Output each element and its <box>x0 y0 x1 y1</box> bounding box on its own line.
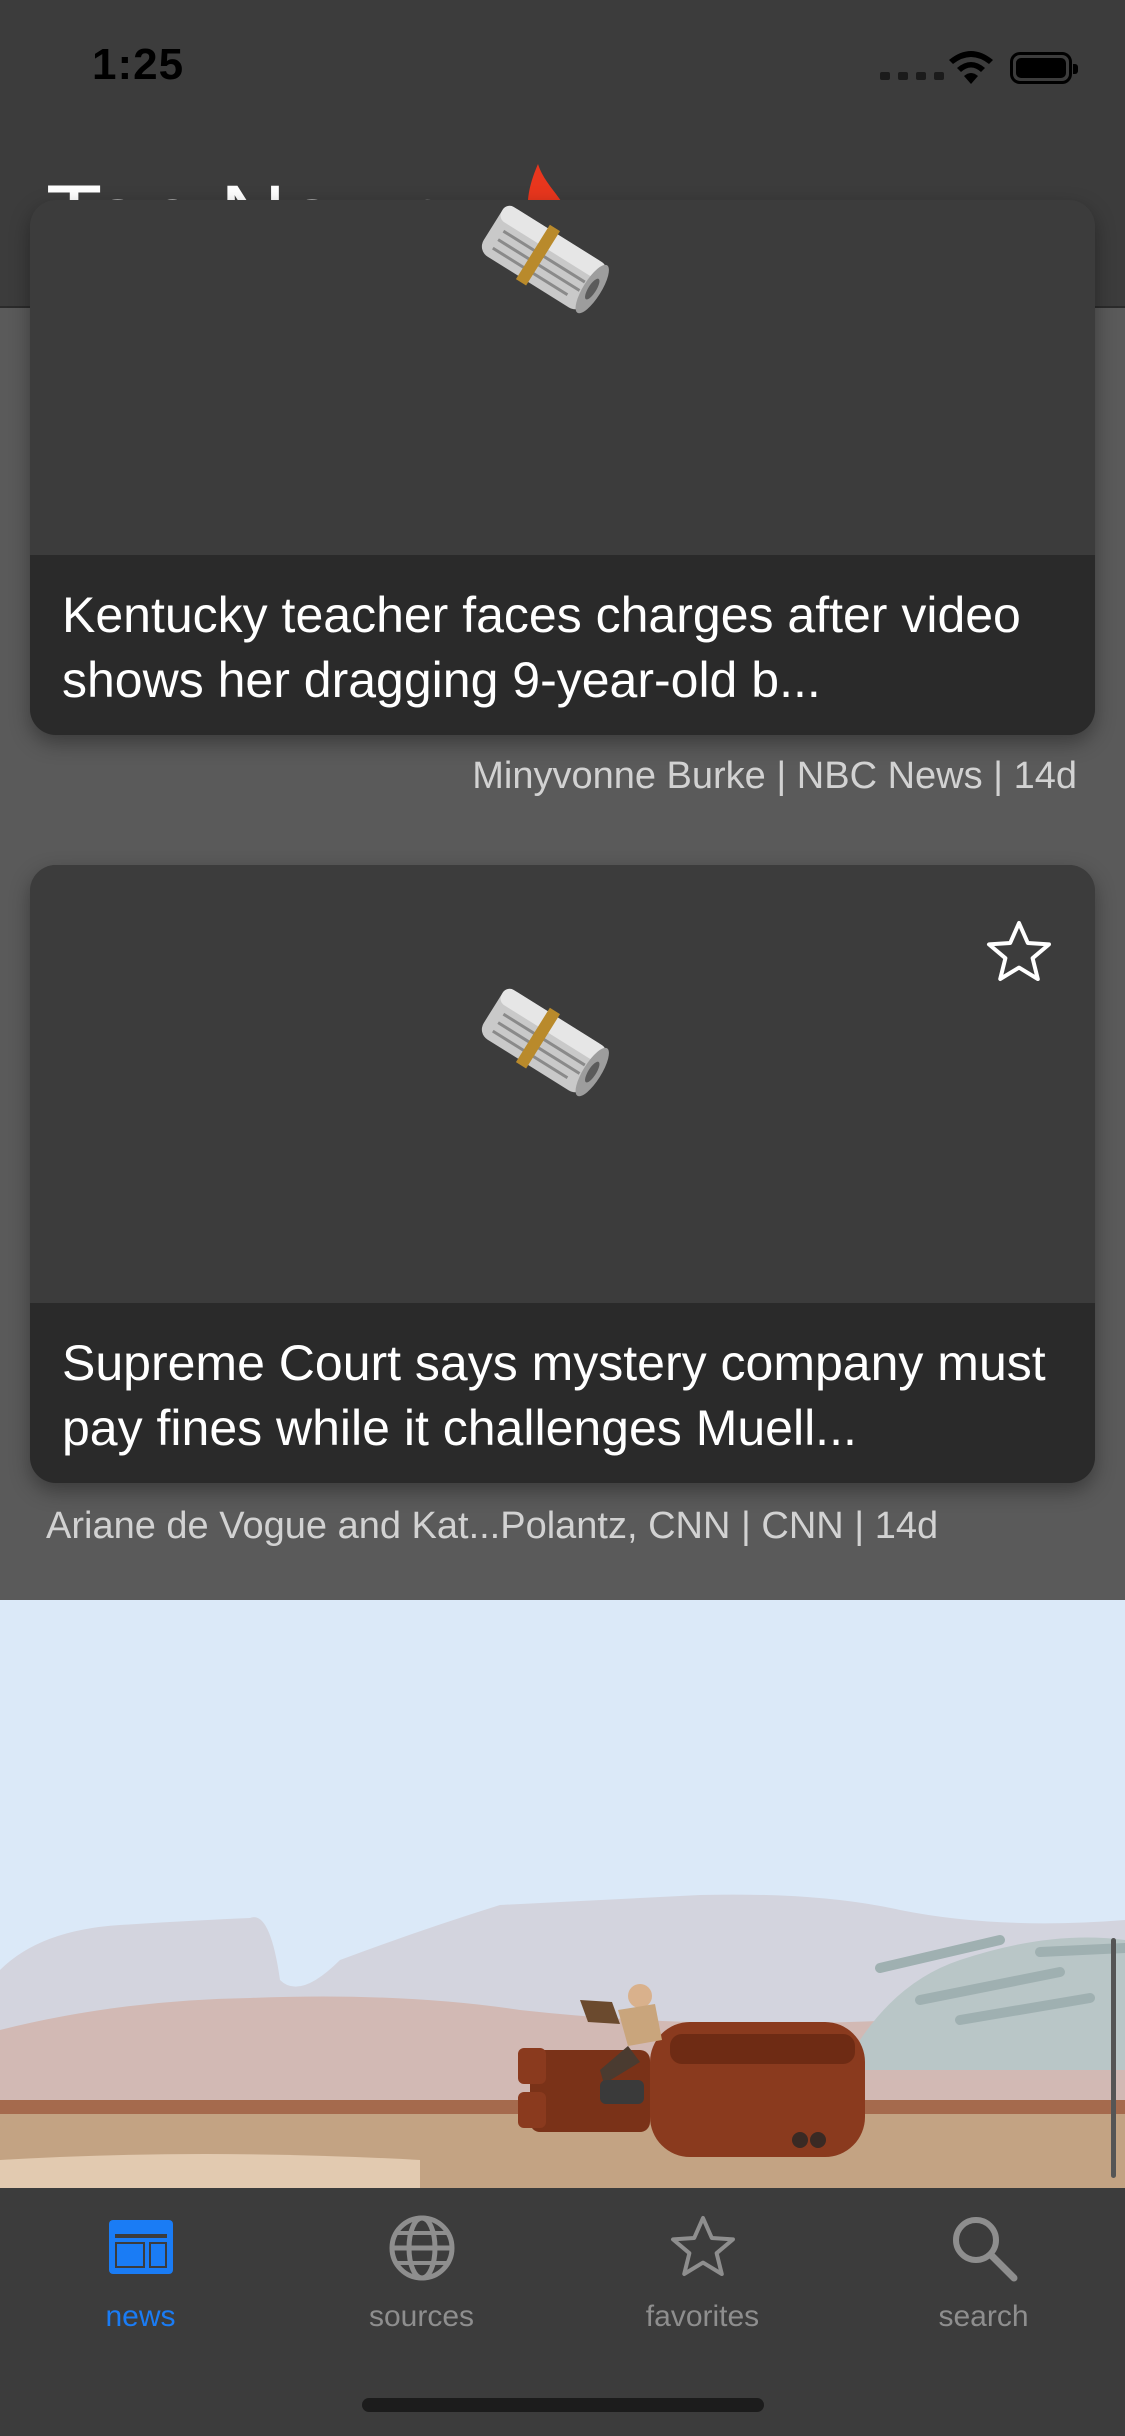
tab-label: favorites <box>645 2300 760 2333</box>
home-indicator <box>362 2398 764 2412</box>
tab-label: sources <box>368 2300 475 2333</box>
tab-sources[interactable]: sources <box>281 2188 562 2348</box>
tab-label: search <box>938 2300 1029 2333</box>
cellular-signal-icon <box>880 72 944 80</box>
tab-bar: news sources favorites search <box>0 2188 1125 2436</box>
article-image <box>30 200 1095 555</box>
article-card[interactable]: Kentucky teacher faces charges after vid… <box>30 200 1095 735</box>
article-caption: Kentucky teacher faces charges after vid… <box>30 555 1095 735</box>
star-outline-icon[interactable] <box>983 917 1055 989</box>
star-icon <box>671 2216 735 2276</box>
tab-label: news <box>105 2300 176 2333</box>
article-caption: Supreme Court says mystery company must … <box>30 1303 1095 1483</box>
search-icon <box>953 2217 1018 2282</box>
tab-news[interactable]: news <box>0 2188 281 2348</box>
newspaper-icon <box>481 988 609 1097</box>
battery-icon <box>1010 52 1078 84</box>
wifi-icon <box>949 51 993 84</box>
article-card[interactable]: Supreme Court says mystery company must … <box>30 865 1095 1483</box>
globe-icon <box>389 2215 455 2281</box>
tab-favorites[interactable]: favorites <box>562 2188 843 2348</box>
scroll-indicator[interactable] <box>1111 1938 1116 2178</box>
desert-speeder-illustration <box>0 1600 1125 2188</box>
article-meta: Ariane de Vogue and Kat...Polantz, CNN |… <box>46 1505 939 1547</box>
news-icon <box>109 2220 173 2274</box>
status-time: 1:25 <box>92 40 185 89</box>
article-title[interactable]: Supreme Court says mystery company must … <box>62 1331 1063 1461</box>
article-image <box>30 865 1095 1303</box>
article-title[interactable]: Kentucky teacher faces charges after vid… <box>62 583 1063 713</box>
status-bar: 1:25 <box>0 0 1125 140</box>
newspaper-icon <box>481 205 609 314</box>
article-meta: Minyvonne Burke | NBC News | 14d <box>472 755 1077 797</box>
tab-search[interactable]: search <box>843 2188 1124 2348</box>
